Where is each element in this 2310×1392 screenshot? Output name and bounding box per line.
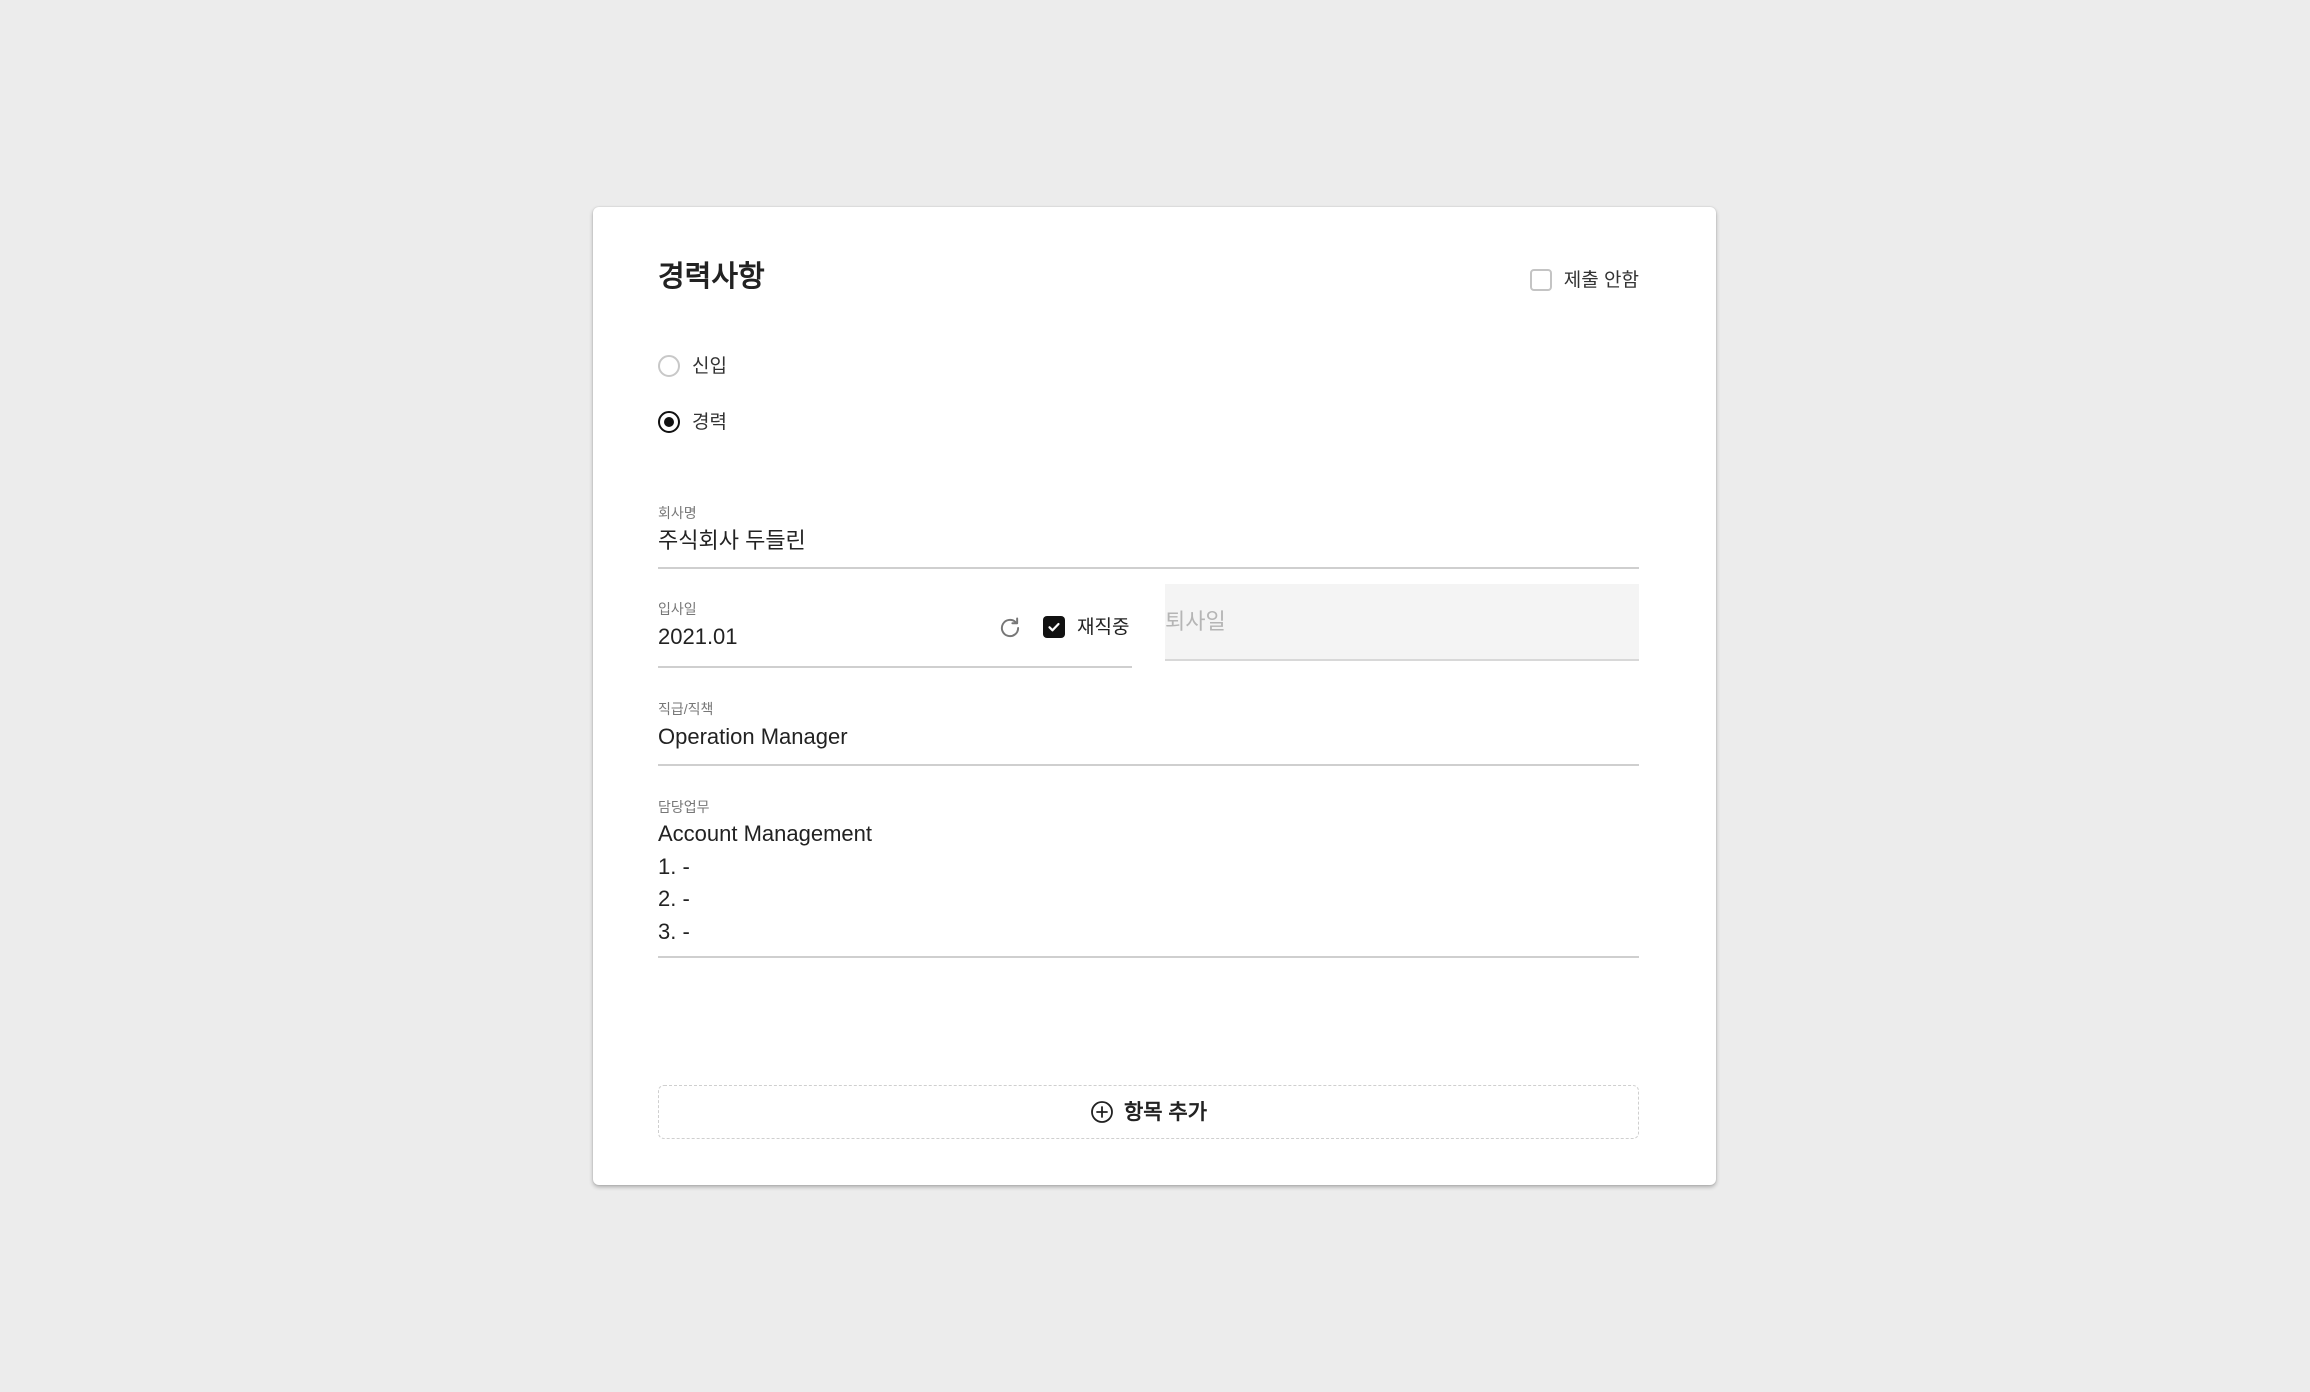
check-icon	[1048, 622, 1060, 632]
checkbox-box[interactable]	[1529, 269, 1552, 291]
employed-checkbox[interactable]: 재직중	[1043, 616, 1129, 638]
employed-label: 재직중	[1077, 616, 1130, 638]
career-card: 경력사항 제출 안함 신입 경력 회사명 주식회사 두들린 입사일 2021.0…	[593, 207, 1716, 1185]
start-date-field[interactable]: 입사일 2021.01 재직중	[658, 593, 1132, 668]
radio-experienced[interactable]: 경력	[658, 411, 727, 433]
end-date-field[interactable]: 퇴사일	[1165, 584, 1639, 661]
start-date-label: 입사일	[658, 601, 697, 617]
section-title: 경력사항	[658, 261, 765, 293]
position-value[interactable]: Operation Manager	[658, 720, 1639, 753]
plus-circle-icon	[1091, 1101, 1113, 1123]
radio-newcomer[interactable]: 신입	[658, 355, 727, 377]
position-label: 직급/직책	[658, 701, 714, 717]
company-field[interactable]: 회사명 주식회사 두들린	[658, 497, 1639, 569]
radio-label-newcomer: 신입	[692, 355, 727, 377]
checkbox-box-checked[interactable]	[1043, 616, 1065, 638]
company-value[interactable]: 주식회사 두들린	[658, 524, 1639, 557]
add-item-button[interactable]: 항목 추가	[658, 1085, 1639, 1139]
company-label: 회사명	[658, 505, 697, 521]
position-field[interactable]: 직급/직책 Operation Manager	[658, 693, 1639, 766]
no-submit-label: 제출 안함	[1563, 269, 1639, 291]
duties-label: 담당업무	[658, 799, 710, 815]
add-item-label: 항목 추가	[1123, 1100, 1208, 1124]
radio-label-experienced: 경력	[692, 411, 727, 433]
duties-field[interactable]: 담당업무 Account Management 1. - 2. - 3. -	[658, 791, 1639, 958]
refresh-icon[interactable]	[997, 615, 1023, 641]
end-date-placeholder: 퇴사일	[1165, 608, 1226, 634]
no-submit-checkbox[interactable]: 제출 안함	[1529, 269, 1639, 291]
radio-button[interactable]	[658, 411, 680, 433]
radio-button[interactable]	[658, 355, 680, 377]
duties-value[interactable]: Account Management 1. - 2. - 3. -	[658, 818, 1639, 948]
